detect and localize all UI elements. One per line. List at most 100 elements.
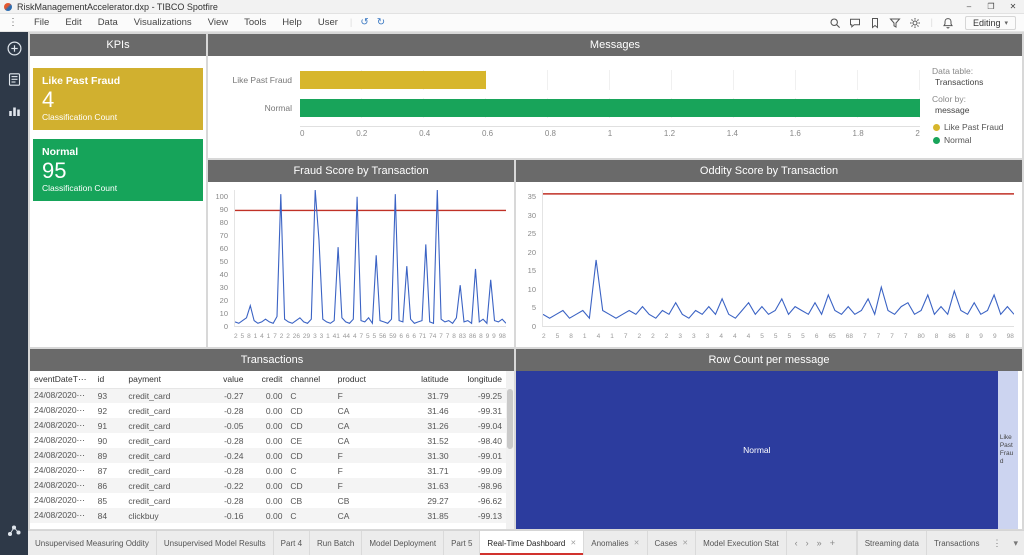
menu-view[interactable]: View (200, 14, 236, 32)
column-header[interactable]: longitude (452, 371, 506, 389)
bell-icon[interactable] (939, 15, 957, 31)
menu-tools[interactable]: Tools (236, 14, 274, 32)
column-header[interactable]: latitude (391, 371, 453, 389)
table-row[interactable]: 24/08/2020⋯ 90 credit_card -0.28 0.00 CE CA 31.… (30, 433, 506, 448)
column-header[interactable]: eventDateT⋯ (30, 371, 94, 389)
bar[interactable] (300, 99, 920, 117)
page-tab[interactable]: Part 5 (444, 531, 481, 555)
page-tab[interactable]: Unsupervised Measuring Oddity (28, 531, 157, 555)
scrollbar-thumb[interactable] (507, 389, 513, 449)
menu-file[interactable]: File (26, 14, 57, 32)
plot-area[interactable] (542, 190, 1015, 327)
page-tab[interactable]: Model Execution Stat (696, 531, 787, 555)
table-row[interactable]: 24/08/2020⋯ 85 credit_card -0.28 0.00 CB CB 29.… (30, 493, 506, 508)
kebab-menu-icon[interactable]: ⋮ (0, 17, 26, 28)
next-tab-icon[interactable]: › (802, 538, 813, 548)
chevron-down-icon[interactable]: ▾ (1007, 531, 1024, 555)
data-tab[interactable]: Transactions (925, 531, 987, 555)
close-icon[interactable]: ✕ (634, 539, 640, 547)
table-cell: 31.63 (391, 478, 453, 493)
fraud-score-panel-title[interactable]: Fraud Score by Transaction (208, 160, 514, 182)
table-row[interactable]: 24/08/2020⋯ 89 credit_card -0.24 0.00 CD F 31.3… (30, 448, 506, 463)
page-tab[interactable]: Unsupervised Model Results (157, 531, 274, 555)
redo-icon[interactable]: ↻ (373, 17, 389, 28)
kpis-panel-title[interactable]: KPIs (30, 34, 206, 56)
filter-icon[interactable] (886, 15, 904, 31)
gear-icon[interactable] (906, 15, 924, 31)
table-row[interactable]: 24/08/2020⋯ 86 credit_card -0.22 0.00 CD F 31.6… (30, 478, 506, 493)
prev-tab-icon[interactable]: ‹ (791, 538, 802, 548)
oddity-score-panel: Oddity Score by Transaction 35 30 25 20 15 10… (516, 160, 1022, 347)
minimize-button[interactable]: – (958, 0, 980, 13)
legend-item[interactable]: Like Past Fraud (933, 122, 1016, 132)
rowcount-panel-title[interactable]: Row Count per message (516, 349, 1022, 371)
bookmark-icon[interactable] (866, 15, 884, 31)
table-row[interactable]: 24/08/2020⋯ 87 credit_card -0.28 0.00 C F 31.71… (30, 463, 506, 478)
x-axis: 2 5 8 1 4 1 7 2 2 26 29 3 3 1 41 44 4 7 5 5 56 59 6 6 6 71 74 7 7 8 83… (234, 333, 506, 343)
search-icon[interactable] (826, 15, 844, 31)
maximize-button[interactable]: ❐ (980, 0, 1002, 13)
table-row[interactable]: 24/08/2020⋯ 93 credit_card -0.27 0.00 C F 31.79… (30, 388, 506, 403)
treemap-label: Like Past Fraud (999, 433, 1014, 466)
treemap-segment[interactable]: Like Past Fraud (997, 371, 1018, 529)
column-header[interactable]: channel (286, 371, 334, 389)
data-canvas-icon[interactable] (0, 522, 28, 539)
column-header[interactable]: credit (247, 371, 287, 389)
table-row[interactable]: 24/08/2020⋯ 92 credit_card -0.28 0.00 CD CA 31.… (30, 403, 506, 418)
y-tick-label: 50 (219, 257, 228, 266)
last-tab-icon[interactable]: » (813, 538, 826, 548)
messages-panel-title[interactable]: Messages (208, 34, 1022, 56)
comment-icon[interactable] (846, 15, 864, 31)
table-row[interactable]: 24/08/2020⋯ 91 credit_card -0.05 0.00 CD CA 31.… (30, 418, 506, 433)
editing-mode-dropdown[interactable]: Editing ▾ (964, 15, 1016, 30)
kpi-card[interactable]: Like Past Fraud 4 Classification Count (33, 68, 203, 130)
page-tab[interactable]: Model Deployment (362, 531, 445, 555)
table-cell: 24/08/2020⋯ (34, 405, 86, 415)
add-visualization-icon[interactable] (6, 40, 23, 57)
close-icon[interactable]: ✕ (570, 539, 576, 547)
menu-user[interactable]: User (310, 14, 346, 32)
fraud-score-line-chart[interactable]: 100 90 80 70 60 50 40 30 20 10 0 2 5 8 1 4 1 7 2 2 26 29 3 3 1 41… (208, 182, 514, 347)
visualization-types-icon[interactable] (6, 102, 23, 119)
column-header[interactable]: value (198, 371, 248, 389)
menu-visualizations[interactable]: Visualizations (126, 14, 200, 32)
menu-data[interactable]: Data (90, 14, 126, 32)
close-icon[interactable]: ✕ (682, 539, 688, 547)
table-row[interactable]: 24/08/2020⋯ 84 clickbuy -0.16 0.00 C CA 31.85 -9… (30, 508, 506, 523)
column-header[interactable]: id (93, 371, 125, 389)
x-tick-label: 7 (623, 333, 628, 340)
color-by-value[interactable]: message (935, 105, 1016, 115)
page-tab[interactable]: Anomalies ✕ (584, 531, 648, 555)
messages-bar-chart[interactable]: Like Past Fraud Normal 0 0.2 0.4 0.6 0.8 1 1.2 1.… (208, 56, 930, 158)
undo-icon[interactable]: ↺ (356, 17, 372, 28)
page-tab[interactable]: Run Batch (310, 531, 363, 555)
page-tab[interactable]: Part 4 (274, 531, 311, 555)
messages-panel: Messages Like Past Fraud Normal 0 0.2 0.4 0.6… (208, 34, 1022, 158)
data-tab[interactable]: Streaming data (856, 531, 926, 555)
kpi-card[interactable]: Normal 95 Classification Count (33, 139, 203, 201)
close-button[interactable]: ✕ (1002, 0, 1024, 13)
column-header[interactable]: product (333, 371, 392, 389)
rowcount-treemap[interactable]: Normal Like Past Fraud (516, 371, 1022, 529)
table-scrollbar[interactable] (506, 371, 514, 529)
titlebar: RiskManagementAccelerator.dxp - TIBCO Sp… (0, 0, 1024, 14)
plot-area[interactable] (234, 189, 507, 327)
page-tab[interactable]: Cases ✕ (648, 531, 697, 555)
menu-help[interactable]: Help (274, 14, 310, 32)
data-panel-icon[interactable] (6, 71, 23, 88)
treemap-segment[interactable]: Normal (516, 371, 998, 529)
column-header[interactable]: payment (124, 371, 199, 389)
bar[interactable] (300, 71, 486, 89)
page-tab[interactable]: Real-Time Dashboard ✕ (480, 531, 585, 555)
legend-item[interactable]: Normal (933, 135, 1016, 145)
add-page-icon[interactable]: + (826, 538, 839, 548)
oddity-score-line-chart[interactable]: 35 30 25 20 15 10 5 0 2 5 8 1 4 1 7 2 2 2 3 3 3 4 4 4 5 5 5 5 6 65 68 7… (516, 182, 1022, 347)
data-table-value[interactable]: Transactions (935, 77, 1016, 87)
oddity-score-panel-title[interactable]: Oddity Score by Transaction (516, 160, 1022, 182)
kebab-menu-icon[interactable]: ⋮ (986, 531, 1007, 555)
page-tab-label: Part 5 (451, 538, 473, 548)
menu-edit[interactable]: Edit (57, 14, 89, 32)
page-tab-label: Model Deployment (369, 538, 437, 548)
transactions-panel-title[interactable]: Transactions (30, 349, 514, 371)
transactions-table[interactable]: eventDateT⋯ id payment value credit channel pr… (30, 371, 506, 523)
